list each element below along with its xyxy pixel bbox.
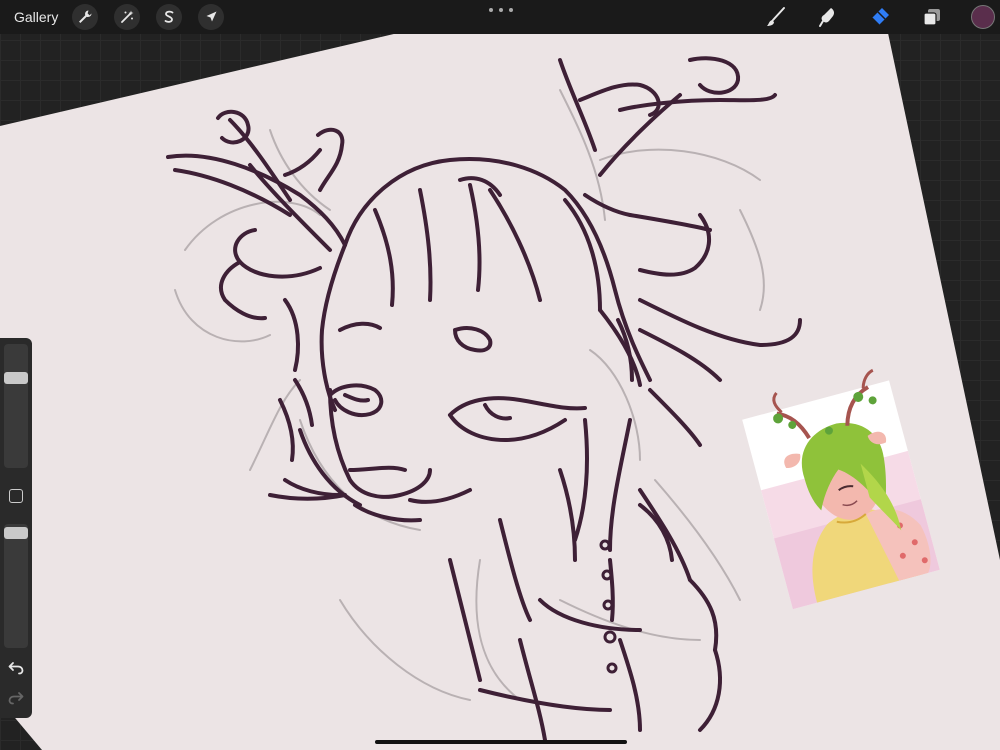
right-toolbar <box>763 0 1000 34</box>
redo-icon <box>8 692 24 705</box>
opacity-thumb[interactable] <box>4 527 28 539</box>
adjustments-button[interactable] <box>114 4 141 30</box>
redo-button[interactable] <box>6 689 26 707</box>
actions-button[interactable] <box>72 4 99 30</box>
brush-icon <box>767 7 785 26</box>
transform-button[interactable] <box>198 4 225 30</box>
color-swatch[interactable] <box>971 5 995 29</box>
brush-size-slider[interactable] <box>4 344 28 468</box>
wrench-icon <box>79 10 92 23</box>
brush-button[interactable] <box>763 4 789 30</box>
undo-button[interactable] <box>6 659 26 677</box>
eraser-button[interactable] <box>867 4 893 30</box>
home-indicator[interactable] <box>375 740 627 744</box>
smudge-button[interactable] <box>815 4 841 30</box>
more-options-dots[interactable] <box>489 6 513 14</box>
drawing-canvas[interactable] <box>0 0 1000 750</box>
smudge-icon <box>819 8 835 27</box>
left-sidebar <box>0 338 32 718</box>
eraser-icon <box>871 8 889 26</box>
layers-button[interactable] <box>919 4 945 30</box>
gallery-button[interactable]: Gallery <box>14 9 58 25</box>
top-toolbar: Gallery <box>0 0 1000 34</box>
selection-s-icon <box>164 10 174 23</box>
selection-button[interactable] <box>156 4 183 30</box>
cursor-arrow-icon <box>206 11 217 22</box>
modify-button[interactable] <box>9 489 23 503</box>
undo-icon <box>8 662 24 675</box>
opacity-slider[interactable] <box>4 524 28 648</box>
brush-size-thumb[interactable] <box>4 372 28 384</box>
magic-wand-icon <box>121 10 134 23</box>
layers-icon <box>923 9 940 26</box>
procreate-app: Gallery <box>0 0 1000 750</box>
